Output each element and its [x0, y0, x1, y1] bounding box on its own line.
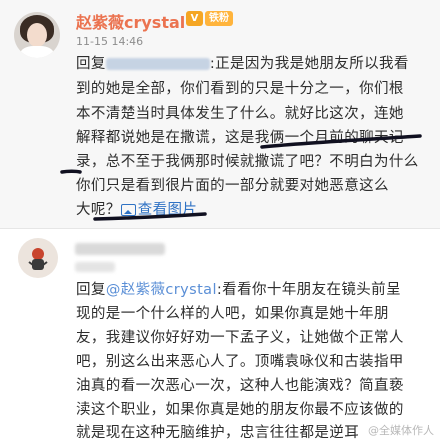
comment-2-line-2: 现的是一个什么样的人吧，如果你真是她十年朋 — [76, 306, 389, 322]
comment-divider — [0, 228, 440, 229]
comment-1-line-6: 你们只是看到很片面的一部分就要对她恶意这么 — [76, 178, 389, 194]
fan-badge: 铁粉 — [205, 11, 233, 26]
comment-1-line-3: 本不清楚当时具体发生了什么。就好比这次，连她 — [76, 106, 404, 122]
avatar-commenter-2[interactable] — [18, 238, 58, 278]
blurred-username — [105, 58, 210, 70]
mention-link[interactable] — [105, 56, 210, 72]
view-picture-label: 查看图片 — [137, 202, 198, 218]
comment-2-line-1: 回复@赵紫薇crystal:看看你十年朋友在镜头前呈 — [76, 280, 401, 301]
comment-1-line-2: 到的她是全部，你们看到的只是十分之一，你们根 — [76, 81, 404, 97]
comment-1-timestamp: 11-15 14:46 — [76, 35, 144, 48]
cartoon-avatar-icon — [28, 248, 48, 270]
comment-2-line-6: 渎这个职业，如果你真是她的朋友你最不应该做的 — [76, 402, 404, 418]
watermark: @全媒体作人 — [368, 424, 434, 437]
mention-link-2[interactable]: @赵紫薇crystal — [106, 282, 217, 298]
reply-prefix: 回复 — [76, 56, 106, 72]
comment-1-line-5: 录，总不至于我俩那时候就撒谎了吧？不明白为什么 — [76, 154, 419, 170]
reply-prefix-2: 回复 — [76, 282, 106, 298]
comment-2-line-7: 就是现在这种无脑维护，忠言往往都是逆耳 — [76, 425, 360, 441]
comment-1-line-1-text: :正是因为我是她朋友所以我看 — [209, 56, 409, 72]
comment-1-line-7-text: 大呢？ — [76, 202, 121, 218]
avatar-body — [20, 46, 54, 58]
avatar-face — [27, 23, 47, 47]
comment-2-timestamp-blurred — [75, 262, 115, 272]
comment-2-line-5: 油真的看一次恶心一次，这种人也能演戏？简直亵 — [76, 378, 404, 394]
commenter-1-name[interactable]: 赵紫薇crystal — [76, 9, 185, 33]
comment-1-line-4: 解释都说她是在撒谎，这是我俩一个月前的聊天记 — [76, 130, 404, 146]
comment-2-line-3: 友，我建议你好好劝一下孟子义，让她做个正常人 — [76, 330, 404, 346]
view-picture-link[interactable]: 查看图片 — [120, 202, 198, 218]
avatar-commenter-1[interactable] — [14, 12, 60, 58]
verified-badge-icon: V — [186, 11, 203, 26]
comment-1-line-1: 回复 :正是因为我是她朋友所以我看 — [76, 54, 409, 75]
commenter-2-name-blurred[interactable] — [75, 243, 165, 255]
picture-icon — [120, 204, 136, 216]
comment-2-line-4: 吧，别这么出来恶心人了。顶嘴袁咏仪和古装指甲 — [76, 354, 404, 370]
comment-2-line-1-text: :看看你十年朋友在镜头前呈 — [216, 282, 401, 298]
comment-1-line-7: 大呢？ 查看图片 — [76, 200, 197, 221]
